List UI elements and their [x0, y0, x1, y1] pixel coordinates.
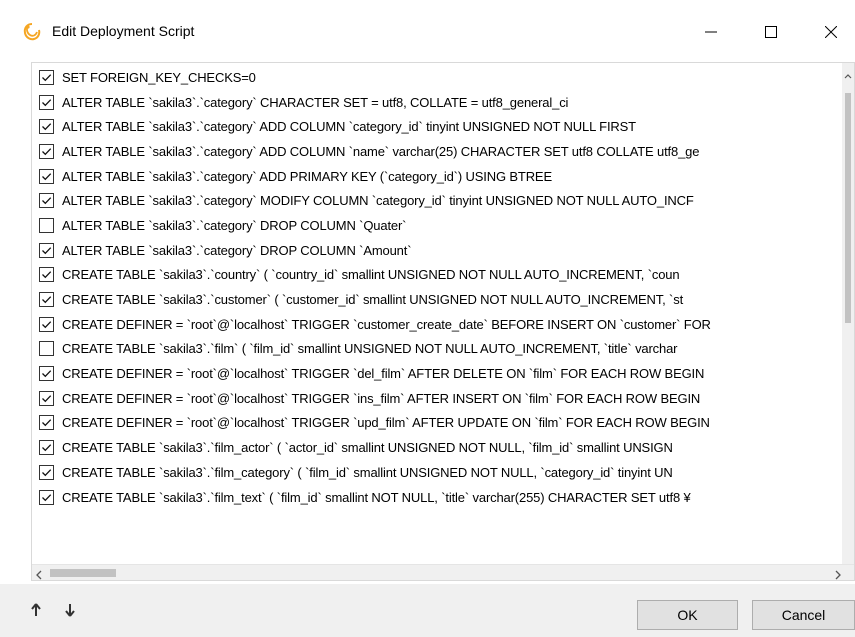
- navicat-icon: [22, 22, 42, 42]
- checkmark-icon: [42, 296, 52, 304]
- checkmark-icon: [42, 271, 52, 279]
- statement-text: CREATE TABLE `sakila3`.`film_category` (…: [62, 464, 673, 480]
- checkmark-icon: [42, 444, 52, 452]
- checkmark-icon: [42, 98, 52, 106]
- scroll-left-icon[interactable]: [35, 568, 43, 580]
- checkmark-icon: [42, 197, 52, 205]
- checkbox-checked[interactable]: [39, 316, 54, 332]
- statement-text: CREATE TABLE `sakila3`.`country` ( `coun…: [62, 267, 680, 283]
- maximize-icon: [765, 26, 777, 38]
- checkbox-checked[interactable]: [39, 94, 54, 110]
- checkbox-checked[interactable]: [39, 193, 54, 209]
- checkmark-icon: [42, 320, 52, 328]
- checkbox-checked[interactable]: [39, 415, 54, 431]
- statement-row[interactable]: CREATE TABLE `sakila3`.`film_category` (…: [32, 460, 844, 485]
- statement-text: CREATE TABLE `sakila3`.`film_text` ( `fi…: [62, 489, 691, 505]
- vertical-scrollbar[interactable]: [842, 63, 854, 567]
- minimize-button[interactable]: [688, 14, 734, 50]
- statement-row[interactable]: ALTER TABLE `sakila3`.`category` MODIFY …: [32, 188, 844, 213]
- statement-text: ALTER TABLE `sakila3`.`category` DROP CO…: [62, 242, 412, 258]
- checkbox-checked[interactable]: [39, 242, 54, 258]
- statement-row[interactable]: ALTER TABLE `sakila3`.`category` DROP CO…: [32, 238, 844, 263]
- checkbox-checked[interactable]: [39, 168, 54, 184]
- close-icon: [825, 26, 837, 38]
- checkmark-icon: [42, 148, 52, 156]
- checkmark-icon: [42, 493, 52, 501]
- statement-row[interactable]: ALTER TABLE `sakila3`.`category` ADD COL…: [32, 114, 844, 139]
- title-bar: Edit Deployment Script: [0, 0, 855, 62]
- horizontal-scrollbar[interactable]: [32, 564, 854, 580]
- arrow-up-icon: [30, 602, 42, 620]
- checkbox-unchecked[interactable]: [39, 341, 54, 357]
- statement-text: CREATE TABLE `sakila3`.`customer` ( `cus…: [62, 292, 684, 308]
- checkmark-icon: [42, 172, 52, 180]
- checkbox-checked[interactable]: [39, 119, 54, 135]
- vertical-scroll-thumb[interactable]: [845, 93, 851, 323]
- checkbox-checked[interactable]: [39, 464, 54, 480]
- maximize-button[interactable]: [748, 14, 794, 50]
- checkbox-checked[interactable]: [39, 143, 54, 159]
- statement-row[interactable]: CREATE DEFINER = `root`@`localhost` TRIG…: [32, 411, 844, 436]
- statement-row[interactable]: CREATE DEFINER = `root`@`localhost` TRIG…: [32, 386, 844, 411]
- statement-text: ALTER TABLE `sakila3`.`category` MODIFY …: [62, 193, 694, 209]
- statement-text: CREATE TABLE `sakila3`.`film_actor` ( `a…: [62, 440, 673, 456]
- statement-text: ALTER TABLE `sakila3`.`category` CHARACT…: [62, 94, 569, 110]
- dialog-footer: OK Cancel: [0, 584, 855, 637]
- statement-text: CREATE DEFINER = `root`@`localhost` TRIG…: [62, 366, 705, 382]
- statement-text: ALTER TABLE `sakila3`.`category` ADD COL…: [62, 143, 700, 159]
- cancel-button[interactable]: Cancel: [752, 600, 855, 630]
- checkmark-icon: [42, 419, 52, 427]
- statement-row[interactable]: ALTER TABLE `sakila3`.`category` CHARACT…: [32, 90, 844, 115]
- checkbox-checked[interactable]: [39, 366, 54, 382]
- statement-text: ALTER TABLE `sakila3`.`category` ADD PRI…: [62, 168, 552, 184]
- statement-text: CREATE DEFINER = `root`@`localhost` TRIG…: [62, 390, 701, 406]
- arrow-down-icon: [64, 603, 76, 620]
- scroll-right-icon[interactable]: [834, 568, 842, 580]
- checkbox-checked[interactable]: [39, 267, 54, 283]
- statement-text: SET FOREIGN_KEY_CHECKS=0: [62, 69, 256, 85]
- checkbox-unchecked[interactable]: [39, 217, 54, 233]
- statement-text: ALTER TABLE `sakila3`.`category` DROP CO…: [62, 217, 407, 233]
- checkbox-checked[interactable]: [39, 390, 54, 406]
- move-down-button[interactable]: [59, 600, 81, 622]
- statement-text: CREATE DEFINER = `root`@`localhost` TRIG…: [62, 316, 711, 332]
- checkbox-checked[interactable]: [39, 292, 54, 308]
- statement-text: CREATE TABLE `sakila3`.`film` ( `film_id…: [62, 341, 678, 357]
- statement-row[interactable]: ALTER TABLE `sakila3`.`category` ADD PRI…: [32, 164, 844, 189]
- checkbox-checked[interactable]: [39, 489, 54, 505]
- statement-row[interactable]: CREATE TABLE `sakila3`.`film` ( `film_id…: [32, 337, 844, 362]
- statement-row[interactable]: ALTER TABLE `sakila3`.`category` ADD COL…: [32, 139, 844, 164]
- checkmark-icon: [42, 74, 52, 82]
- statement-row[interactable]: CREATE TABLE `sakila3`.`film_text` ( `fi…: [32, 485, 844, 510]
- statement-text: ALTER TABLE `sakila3`.`category` ADD COL…: [62, 119, 636, 135]
- checkmark-icon: [42, 469, 52, 477]
- minimize-icon: [705, 26, 717, 38]
- statement-list[interactable]: SET FOREIGN_KEY_CHECKS=0 ALTER TABLE `sak…: [31, 62, 855, 581]
- window-title: Edit Deployment Script: [52, 23, 195, 39]
- close-button[interactable]: [808, 14, 854, 50]
- statement-row[interactable]: SET FOREIGN_KEY_CHECKS=0: [32, 65, 844, 90]
- checkbox-checked[interactable]: [39, 440, 54, 456]
- checkmark-icon: [42, 246, 52, 254]
- move-up-button[interactable]: [25, 600, 47, 622]
- checkbox-checked[interactable]: [39, 69, 54, 85]
- checkmark-icon: [42, 370, 52, 378]
- horizontal-scroll-thumb[interactable]: [50, 569, 116, 577]
- statement-row[interactable]: ALTER TABLE `sakila3`.`category` DROP CO…: [32, 213, 844, 238]
- statement-row[interactable]: CREATE DEFINER = `root`@`localhost` TRIG…: [32, 361, 844, 386]
- statement-row[interactable]: CREATE TABLE `sakila3`.`film_actor` ( `a…: [32, 435, 844, 460]
- statement-row[interactable]: CREATE TABLE `sakila3`.`customer` ( `cus…: [32, 287, 844, 312]
- scroll-up-icon[interactable]: [844, 69, 852, 79]
- checkmark-icon: [42, 395, 52, 403]
- checkmark-icon: [42, 123, 52, 131]
- ok-button[interactable]: OK: [637, 600, 738, 630]
- statement-rows: SET FOREIGN_KEY_CHECKS=0 ALTER TABLE `sak…: [32, 65, 844, 509]
- statement-text: CREATE DEFINER = `root`@`localhost` TRIG…: [62, 415, 710, 431]
- statement-row[interactable]: CREATE DEFINER = `root`@`localhost` TRIG…: [32, 312, 844, 337]
- statement-row[interactable]: CREATE TABLE `sakila3`.`country` ( `coun…: [32, 263, 844, 288]
